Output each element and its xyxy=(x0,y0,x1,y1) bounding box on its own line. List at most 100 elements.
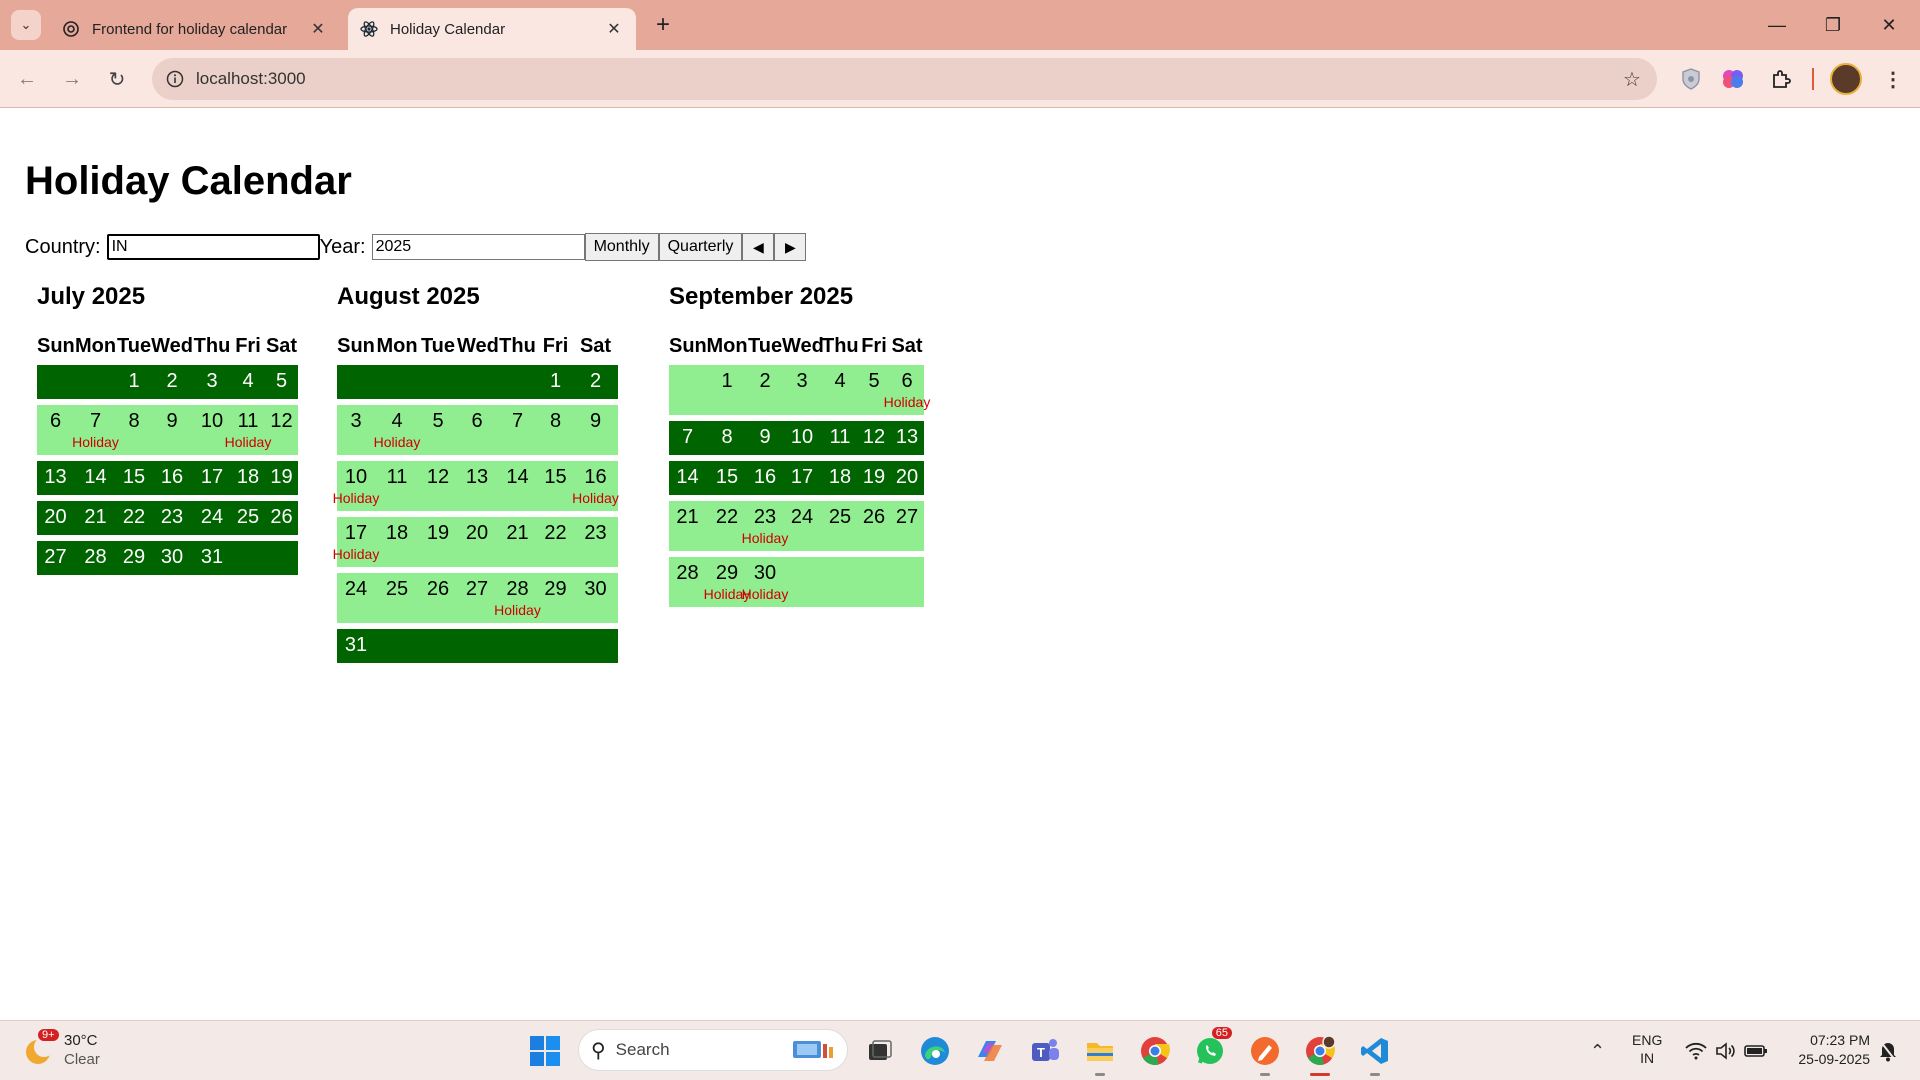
tab-frontend-holiday-calendar[interactable]: Frontend for holiday calendar ✕ xyxy=(50,8,340,50)
day-cell[interactable]: 23 xyxy=(573,517,618,567)
shield-extension-icon[interactable] xyxy=(1674,62,1708,96)
tab-holiday-calendar[interactable]: Holiday Calendar ✕ xyxy=(348,8,636,50)
day-cell[interactable]: 12 xyxy=(265,405,298,455)
day-cell[interactable]: 28 xyxy=(669,557,706,607)
day-cell[interactable]: 11 xyxy=(375,461,419,511)
day-cell[interactable]: 27 xyxy=(37,541,74,575)
day-cell[interactable]: 21 xyxy=(497,517,538,567)
extensions-puzzle-icon[interactable] xyxy=(1764,62,1798,96)
day-cell[interactable]: 27 xyxy=(457,573,497,623)
day-cell[interactable]: 7 Holiday xyxy=(72,405,119,455)
wifi-icon[interactable] xyxy=(1684,1039,1708,1063)
minimize-icon[interactable]: — xyxy=(1754,8,1800,42)
day-cell[interactable]: 7 xyxy=(497,405,538,455)
day-cell[interactable]: 26 xyxy=(858,501,890,551)
day-cell[interactable]: 6 Holiday xyxy=(884,365,931,415)
close-icon[interactable]: ✕ xyxy=(306,17,330,41)
forward-arrow-icon[interactable]: → xyxy=(55,62,89,96)
day-cell[interactable]: 20 xyxy=(37,501,74,535)
task-view-icon[interactable] xyxy=(862,1033,898,1069)
day-cell[interactable]: 19 xyxy=(265,461,298,495)
close-icon[interactable]: ✕ xyxy=(602,17,626,41)
day-cell[interactable]: 24 xyxy=(337,573,375,623)
day-cell[interactable]: 14 xyxy=(74,461,117,495)
previous-button[interactable]: ◀ xyxy=(742,233,775,261)
day-cell[interactable]: 29 xyxy=(117,541,151,575)
day-cell[interactable]: 24 xyxy=(193,501,231,535)
weather-widget[interactable]: 9+ 30°C Clear xyxy=(22,1029,100,1069)
day-cell[interactable]: 10 xyxy=(782,421,822,455)
new-tab-plus-icon[interactable]: + xyxy=(648,10,678,40)
day-cell[interactable]: 1 xyxy=(117,365,151,399)
day-cell[interactable]: 29 xyxy=(538,573,573,623)
day-cell[interactable]: 4 xyxy=(822,365,858,415)
day-cell[interactable]: 4 xyxy=(231,365,265,399)
site-info-icon[interactable] xyxy=(162,66,188,92)
day-cell[interactable]: 18 xyxy=(231,461,265,495)
day-cell[interactable]: 5 xyxy=(419,405,457,455)
day-cell[interactable]: 15 xyxy=(117,461,151,495)
day-cell[interactable]: 21 xyxy=(669,501,706,551)
day-cell[interactable]: 25 xyxy=(375,573,419,623)
day-cell[interactable]: 3 xyxy=(193,365,231,399)
day-cell[interactable]: 7 xyxy=(669,421,706,455)
day-cell[interactable]: 20 xyxy=(457,517,497,567)
day-cell[interactable]: 16 xyxy=(748,461,782,495)
chrome-icon[interactable] xyxy=(1137,1033,1173,1069)
day-cell[interactable]: 15 xyxy=(538,461,573,511)
day-cell[interactable]: 1 xyxy=(538,365,573,399)
whatsapp-icon[interactable]: 65 xyxy=(1192,1027,1232,1069)
folder-icon[interactable] xyxy=(1082,1033,1118,1076)
notification-bell-icon[interactable] xyxy=(1876,1039,1900,1063)
day-cell[interactable]: 9 xyxy=(748,421,782,455)
window-close-icon[interactable]: ✕ xyxy=(1866,8,1912,42)
day-cell[interactable]: 23 Holiday xyxy=(742,501,789,551)
day-cell[interactable]: 31 xyxy=(193,541,231,575)
day-cell[interactable]: 17 xyxy=(782,461,822,495)
day-cell[interactable]: 15 xyxy=(706,461,748,495)
back-arrow-icon[interactable]: ← xyxy=(10,62,44,96)
day-cell[interactable]: 8 xyxy=(538,405,573,455)
windows-start-icon[interactable] xyxy=(528,1034,562,1068)
day-cell[interactable]: 19 xyxy=(858,461,890,495)
day-cell[interactable]: 22 xyxy=(538,517,573,567)
day-cell[interactable]: 1 xyxy=(706,365,748,415)
day-cell[interactable]: 25 xyxy=(822,501,858,551)
more-menu-icon[interactable]: ⋮ xyxy=(1878,62,1908,96)
day-cell[interactable]: 12 xyxy=(858,421,890,455)
day-cell[interactable]: 24 xyxy=(782,501,822,551)
day-cell[interactable]: 3 xyxy=(337,405,375,455)
year-input[interactable] xyxy=(371,234,585,260)
taskbar-search[interactable]: ⚲ Search xyxy=(578,1029,848,1071)
brain-extension-icon[interactable] xyxy=(1716,62,1750,96)
day-cell[interactable]: 14 xyxy=(497,461,538,511)
day-cell[interactable]: 28 Holiday xyxy=(494,573,541,623)
day-cell[interactable]: 28 xyxy=(74,541,117,575)
edge-icon[interactable] xyxy=(917,1033,953,1069)
day-cell[interactable]: 17 Holiday xyxy=(333,517,380,567)
bookmark-star-icon[interactable]: ☆ xyxy=(1619,66,1645,92)
day-cell[interactable]: 9 xyxy=(573,405,618,455)
show-hidden-icons-chevron-icon[interactable]: ⌃ xyxy=(1590,1041,1605,1062)
day-cell[interactable]: 22 xyxy=(117,501,151,535)
day-cell[interactable]: 30 Holiday xyxy=(742,557,789,607)
day-cell[interactable]: 18 xyxy=(822,461,858,495)
day-cell[interactable]: 26 xyxy=(265,501,298,535)
day-cell[interactable]: 3 xyxy=(782,365,822,415)
day-cell[interactable]: 18 xyxy=(375,517,419,567)
day-cell[interactable]: 17 xyxy=(193,461,231,495)
day-cell[interactable]: 2 xyxy=(573,365,618,399)
address-bar[interactable]: localhost:3000 ☆ xyxy=(152,58,1657,100)
quarterly-button[interactable]: Quarterly xyxy=(658,233,743,261)
day-cell[interactable]: 2 xyxy=(151,365,193,399)
copilot-icon[interactable] xyxy=(972,1033,1008,1069)
day-cell[interactable]: 30 xyxy=(151,541,193,575)
restore-icon[interactable]: ❐ xyxy=(1810,8,1856,42)
pen-icon[interactable] xyxy=(1247,1033,1283,1076)
day-cell[interactable]: 8 xyxy=(706,421,748,455)
language-indicator[interactable]: ENG IN xyxy=(1632,1031,1662,1067)
day-cell[interactable]: 4 Holiday xyxy=(374,405,421,455)
day-cell[interactable]: 13 xyxy=(37,461,74,495)
day-cell[interactable]: 5 xyxy=(265,365,298,399)
monthly-button[interactable]: Monthly xyxy=(584,233,659,261)
